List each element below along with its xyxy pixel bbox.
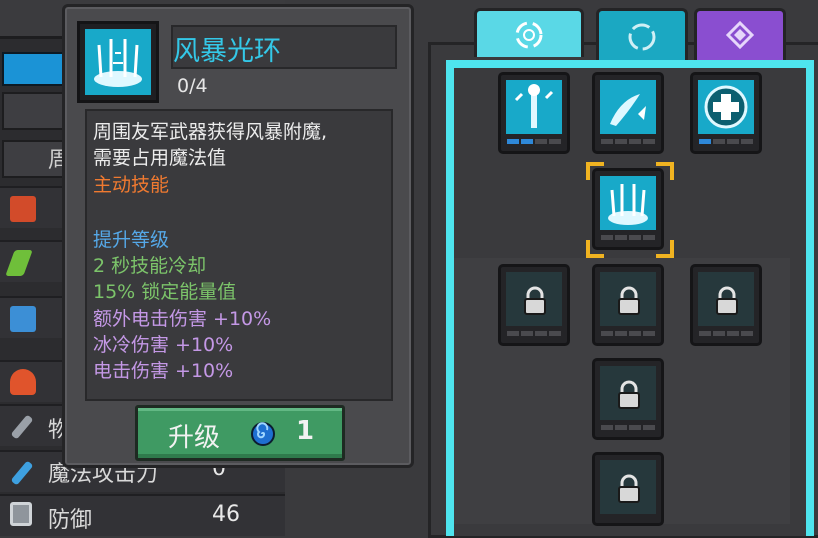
wand-icon bbox=[10, 460, 34, 486]
lock-icon bbox=[524, 286, 546, 315]
skill-node-locked[interactable] bbox=[592, 452, 664, 526]
stats-tab[interactable] bbox=[2, 92, 64, 130]
skill-progress bbox=[601, 425, 655, 430]
fist-icon bbox=[10, 196, 36, 222]
skill-tooltip: 风暴光环 0/4 周围友军武器获得风暴附魔, 需要占用魔法值 主动技能 提升等级… bbox=[62, 4, 414, 468]
staff-lightning-icon bbox=[506, 80, 562, 134]
crest-icon bbox=[697, 19, 783, 58]
description-line: 需要占用魔法值 bbox=[93, 147, 227, 169]
skill-node-locked[interactable] bbox=[592, 264, 664, 346]
lock-icon bbox=[618, 286, 640, 315]
description-line: 周围友军武器获得风暴附魔, bbox=[93, 121, 328, 143]
selection-corner bbox=[656, 240, 674, 258]
tab-ring[interactable] bbox=[596, 8, 688, 63]
skill-name: 风暴光环 bbox=[173, 36, 281, 67]
locked-skill-art bbox=[600, 460, 656, 514]
book-icon bbox=[10, 306, 36, 332]
locked-skill-art bbox=[506, 272, 562, 326]
stat-label-defense: 防御 bbox=[48, 508, 93, 533]
swirl-gem-icon bbox=[251, 422, 275, 446]
skill-description-box: 周围友军武器获得风暴附魔, 需要占用魔法值 主动技能 提升等级 2 秒技能冷却 … bbox=[85, 109, 393, 401]
heart-icon bbox=[10, 369, 36, 395]
selection-corner bbox=[586, 162, 604, 180]
skill-node-heal-cross[interactable] bbox=[690, 72, 762, 154]
bonus-effect: 电击伤害 +10% bbox=[93, 360, 234, 382]
lock-icon bbox=[716, 286, 738, 315]
selection-corner bbox=[656, 162, 674, 180]
lock-icon bbox=[618, 380, 640, 409]
upgrade-header: 提升等级 bbox=[93, 229, 170, 251]
locked-skill-art bbox=[600, 366, 656, 420]
skill-type: 主动技能 bbox=[93, 174, 170, 196]
locked-skill-art bbox=[698, 272, 754, 326]
skill-node-locked[interactable] bbox=[690, 264, 762, 346]
skill-progress bbox=[601, 139, 655, 144]
heal-cross-icon bbox=[698, 80, 754, 134]
mana-bar bbox=[2, 52, 64, 86]
sword-icon bbox=[10, 414, 34, 440]
wind-slash-icon bbox=[600, 80, 656, 134]
lock-icon bbox=[618, 474, 640, 503]
storm-aura-icon bbox=[85, 29, 151, 95]
skill-progress bbox=[601, 235, 655, 240]
stat-value-defense: 46 bbox=[212, 502, 240, 527]
upgrade-button[interactable]: 升级 1 bbox=[135, 405, 345, 461]
skill-node-wind-slash[interactable] bbox=[592, 72, 664, 154]
skill-progress bbox=[507, 139, 561, 144]
skill-progress bbox=[699, 331, 753, 336]
skill-node-storm-aura[interactable] bbox=[592, 168, 664, 250]
selection-corner bbox=[586, 240, 604, 258]
stat-row-defense: 防御 46 bbox=[0, 494, 285, 536]
upgrade-button-label: 升级 bbox=[168, 423, 221, 453]
tab-storm[interactable] bbox=[474, 8, 584, 57]
lightning-icon bbox=[5, 250, 33, 276]
skill-progress bbox=[601, 331, 655, 336]
upgrade-effect: 2 秒技能冷却 bbox=[93, 255, 207, 277]
bonus-effect: 额外电击伤害 +10% bbox=[93, 308, 272, 330]
ring-icon bbox=[599, 19, 685, 58]
skill-icon-frame bbox=[77, 21, 159, 103]
skill-level: 0/4 bbox=[177, 75, 208, 97]
upgrade-effect: 15% 锁定能量值 bbox=[93, 281, 237, 303]
upgrade-cost: 1 bbox=[296, 416, 315, 446]
tab-crest[interactable] bbox=[694, 8, 786, 63]
shield-icon bbox=[10, 502, 32, 526]
skill-progress bbox=[507, 331, 561, 336]
storm-aura-icon bbox=[600, 176, 656, 230]
skill-node-staff-lightning[interactable] bbox=[498, 72, 570, 154]
skill-progress bbox=[699, 139, 753, 144]
skill-node-locked[interactable] bbox=[498, 264, 570, 346]
bonus-effect: 冰冷伤害 +10% bbox=[93, 334, 234, 356]
vortex-icon bbox=[477, 19, 581, 58]
locked-skill-art bbox=[600, 272, 656, 326]
skill-node-locked[interactable] bbox=[592, 358, 664, 440]
